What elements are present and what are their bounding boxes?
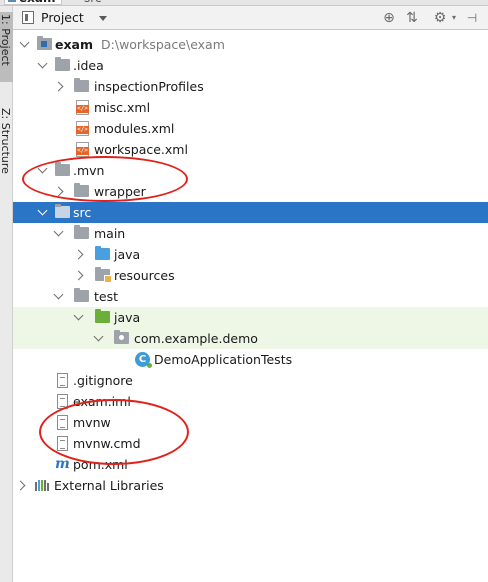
tree-label: .gitignore [73, 373, 133, 388]
hide-panel-icon[interactable]: ⊣ [463, 9, 481, 27]
editor-tab-src[interactable]: src [70, 0, 108, 5]
project-panel-header: Project ⊕ ⇅ ⚙ ▾ ⊣ [13, 6, 488, 30]
folder-icon [55, 204, 70, 218]
folder-icon [74, 225, 89, 239]
tree-row-mvn[interactable]: .mvn [13, 160, 488, 181]
chevron-down-icon[interactable] [37, 58, 48, 69]
tree-label: mvnw.cmd [73, 436, 141, 451]
tree-label: .mvn [73, 163, 105, 178]
tree-row-pom-xml[interactable]: m pom.xml [13, 454, 488, 475]
tree-label: mvnw [73, 415, 111, 430]
text-file-icon [57, 415, 68, 430]
folder-icon [55, 162, 70, 176]
xml-file-icon [76, 100, 89, 115]
project-icon [22, 11, 34, 24]
tree-label: wrapper [94, 184, 146, 199]
tree-label: DemoApplicationTests [154, 352, 293, 367]
folder-icon [55, 57, 70, 71]
tool-window-strip: 1: Project Z: Structure [0, 6, 13, 582]
tree-row-exam[interactable]: exam D:\workspace\exam [13, 34, 488, 55]
tree-label: com.example.demo [134, 331, 258, 346]
tree-label: misc.xml [94, 100, 151, 115]
locate-icon[interactable]: ⊕ [380, 9, 398, 27]
tree-row-workspace-xml[interactable]: workspace.xml [13, 139, 488, 160]
module-folder-icon [37, 36, 52, 50]
tree-label: main [94, 226, 126, 241]
module-file-icon [57, 394, 68, 409]
libraries-icon [35, 480, 50, 491]
tree-label: resources [114, 268, 175, 283]
tree-row-resources[interactable]: resources [13, 265, 488, 286]
tree-row-mvnw-cmd[interactable]: mvnw.cmd [13, 433, 488, 454]
chevron-down-icon[interactable] [99, 16, 107, 21]
chevron-down-icon[interactable] [53, 289, 64, 300]
tree-row-misc-xml[interactable]: misc.xml [13, 97, 488, 118]
tree-row-mvnw[interactable]: mvnw [13, 412, 488, 433]
chevron-down-icon[interactable] [93, 331, 104, 342]
maven-icon: m [55, 456, 70, 472]
source-folder-icon [95, 246, 110, 260]
gear-dropdown-icon[interactable]: ▾ [445, 9, 463, 27]
tree-label: exam.iml [73, 394, 131, 409]
tree-label: workspace.xml [94, 142, 188, 157]
chevron-right-icon[interactable] [15, 480, 26, 491]
folder-icon [74, 183, 89, 197]
xml-file-icon [76, 121, 89, 136]
tree-row-src[interactable]: src [13, 202, 488, 223]
tree-label: External Libraries [54, 478, 164, 493]
tree-row-gitignore[interactable]: .gitignore [13, 370, 488, 391]
editor-tab-exam[interactable]: exam [4, 0, 63, 5]
tree-label: src [73, 205, 92, 220]
tree-label: java [114, 310, 141, 325]
tree-label: inspectionProfiles [94, 79, 204, 94]
side-tab-structure[interactable]: Z: Structure [0, 106, 13, 196]
tree-label: modules.xml [94, 121, 175, 136]
chevron-down-icon[interactable] [37, 163, 48, 174]
tree-row-inspection-profiles[interactable]: inspectionProfiles [13, 76, 488, 97]
tree-row-modules-xml[interactable]: modules.xml [13, 118, 488, 139]
chevron-right-icon[interactable] [73, 270, 84, 281]
package-icon [114, 330, 129, 344]
tree-label: pom.xml [73, 457, 128, 472]
tree-row-exam-iml[interactable]: exam.iml [13, 391, 488, 412]
resources-folder-icon [95, 267, 112, 283]
tree-row-idea[interactable]: .idea [13, 55, 488, 76]
chevron-right-icon[interactable] [53, 81, 64, 92]
tree-row-java-main[interactable]: java [13, 244, 488, 265]
module-icon [8, 0, 16, 2]
side-tab-project[interactable]: 1: Project [0, 12, 13, 82]
tree-row-wrapper[interactable]: wrapper [13, 181, 488, 202]
chevron-right-icon[interactable] [73, 249, 84, 260]
tree-path: D:\workspace\exam [101, 37, 225, 52]
tree-label: .idea [73, 58, 104, 73]
tree-label: java [114, 247, 141, 262]
panel-title[interactable]: Project [41, 10, 84, 25]
folder-icon [74, 288, 89, 302]
tree-row-test-class[interactable]: C DemoApplicationTests [13, 349, 488, 370]
tree-row-test[interactable]: test [13, 286, 488, 307]
tree-row-java-test[interactable]: java [13, 307, 488, 328]
tree-label: test [94, 289, 119, 304]
chevron-down-icon[interactable] [19, 37, 30, 48]
folder-icon [74, 78, 89, 92]
chevron-right-icon[interactable] [53, 186, 64, 197]
xml-file-icon [76, 142, 89, 157]
text-file-icon [57, 373, 68, 388]
chevron-down-icon[interactable] [73, 310, 84, 321]
tree-row-package[interactable]: com.example.demo [13, 328, 488, 349]
chevron-down-icon[interactable] [37, 205, 48, 216]
test-folder-icon [95, 309, 110, 323]
collapse-all-icon[interactable]: ⇅ [403, 9, 421, 27]
tree-row-main[interactable]: main [13, 223, 488, 244]
chevron-down-icon[interactable] [53, 226, 64, 237]
tree-row-external-libraries[interactable]: External Libraries [13, 475, 488, 496]
class-icon: C [135, 352, 152, 368]
text-file-icon [57, 436, 68, 451]
tree-label: exam [55, 37, 94, 52]
